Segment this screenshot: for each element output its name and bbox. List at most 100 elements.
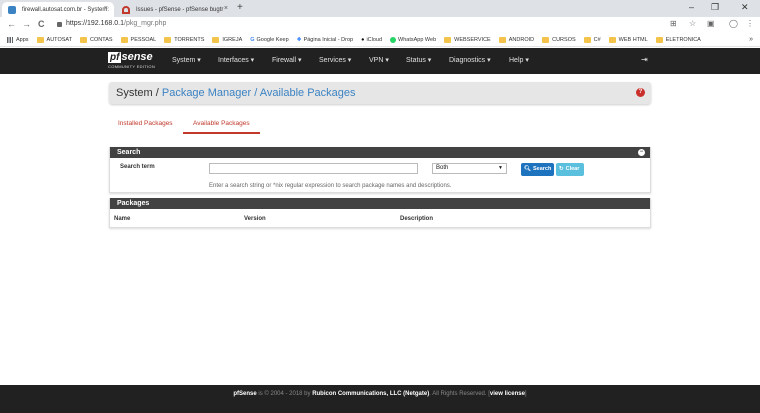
search-scope-value: Both xyxy=(436,165,449,171)
view-license-link[interactable]: view license xyxy=(490,391,525,397)
breadcrumb-system: System / xyxy=(116,87,159,99)
bookmark-folder[interactable]: CONTAS xyxy=(80,36,113,43)
packages-heading-text: Packages xyxy=(117,200,150,207)
logout-icon[interactable]: ⇥ xyxy=(641,55,648,64)
back-icon[interactable]: ← xyxy=(7,19,16,29)
close-tab-icon[interactable]: × xyxy=(224,5,228,12)
folder-icon xyxy=(212,36,220,43)
google-icon: G xyxy=(250,36,255,43)
forward-icon[interactable]: → xyxy=(22,19,31,29)
extension-icon[interactable]: ▣ xyxy=(707,19,715,28)
apps-grid-icon xyxy=(7,36,13,43)
help-icon[interactable]: ? xyxy=(636,88,645,97)
menu-diagnostics[interactable]: Diagnostics ▾ xyxy=(449,56,491,64)
tab-available-packages[interactable]: Available Packages xyxy=(193,120,250,127)
profile-avatar-icon[interactable]: ◯ xyxy=(729,19,738,28)
browser-menu-icon[interactable]: ⋮ xyxy=(746,19,754,28)
chevron-down-icon: ▼ xyxy=(498,165,503,171)
reload-icon[interactable]: C xyxy=(38,19,45,29)
lock-icon xyxy=(57,22,62,27)
browser-tab-issues[interactable]: Issues - pfSense - pfSense bugtr × xyxy=(116,2,234,17)
menu-firewall[interactable]: Firewall ▾ xyxy=(272,56,302,64)
redmine-favicon-icon xyxy=(122,6,130,14)
column-header-name[interactable]: Name xyxy=(114,216,130,222)
bookmark-folder[interactable]: AUTOSAT xyxy=(36,36,72,43)
bookmark-star-icon[interactable]: ☆ xyxy=(689,19,696,28)
url-path: /pkg_mgr.php xyxy=(124,20,167,27)
bookmark-whatsapp[interactable]: WhatsApp Web xyxy=(390,36,436,43)
menu-status[interactable]: Status ▾ xyxy=(406,56,431,64)
footer-bracket: ] xyxy=(524,391,527,397)
bookmarks-bar: Apps AUTOSAT CONTAS PESSOAL TORRENTS IGR… xyxy=(0,33,760,47)
search-term-label: Search term xyxy=(120,164,155,170)
menu-system[interactable]: System ▾ xyxy=(172,56,201,64)
tab-installed-packages[interactable]: Installed Packages xyxy=(118,120,173,127)
whatsapp-icon xyxy=(390,36,397,43)
column-header-version[interactable]: Version xyxy=(244,216,266,222)
clear-button[interactable]: ↻ Clear xyxy=(556,163,584,176)
url-host: https://192.168.0.1 xyxy=(66,20,124,27)
folder-icon xyxy=(120,36,128,43)
folder-icon xyxy=(36,36,44,43)
search-panel: Search − Search term Both ▼ 🔍︎ Search ↻ Cl… xyxy=(109,147,651,193)
footer-brand: pfSense xyxy=(233,391,257,397)
browser-tabstrip: firewall.autosat.com.br - System: × Issu… xyxy=(0,0,760,17)
page-title: System / Package Manager / Available Pac… xyxy=(116,87,356,99)
bookmark-folder[interactable]: WEB HTML xyxy=(608,36,648,43)
close-window-icon[interactable]: ✕ xyxy=(741,2,749,13)
bookmark-folder[interactable]: WEBSERVICE xyxy=(444,36,491,43)
folder-icon xyxy=(542,36,550,43)
breadcrumb-package-manager[interactable]: Package Manager / xyxy=(162,87,257,99)
bookmark-folder[interactable]: CURSOS xyxy=(542,36,576,43)
folder-icon xyxy=(444,36,452,43)
breadcrumb-available-packages[interactable]: Available Packages xyxy=(260,87,356,99)
new-tab-button[interactable]: + xyxy=(237,2,243,13)
bookmark-dropbox[interactable]: ❖ Página Inicial - Drop xyxy=(297,37,353,43)
bookmark-folder[interactable]: ELETRONICA xyxy=(655,36,701,43)
browser-tab-firewall[interactable]: firewall.autosat.com.br - System: × xyxy=(2,2,114,17)
folder-icon xyxy=(164,36,172,43)
menu-services[interactable]: Services ▾ xyxy=(319,56,351,64)
footer: pfSense is © 2004 - 2018 by Rubicon Comm… xyxy=(0,385,760,413)
pfsense-logo[interactable]: pf sense COMMUNITY EDITION xyxy=(108,52,155,69)
close-tab-icon[interactable]: × xyxy=(104,5,108,12)
bookmark-apps[interactable]: Apps xyxy=(7,36,29,43)
translate-icon[interactable]: ⊞ xyxy=(670,19,677,28)
pfsense-navbar: pf sense COMMUNITY EDITION System ▾ Inter… xyxy=(0,48,760,74)
dropbox-icon: ❖ xyxy=(296,36,302,43)
footer-rights: . All Rights Reserved. [ xyxy=(429,391,490,397)
search-input[interactable] xyxy=(209,163,418,174)
search-button[interactable]: 🔍︎ Search xyxy=(521,163,554,176)
pfsense-favicon-icon xyxy=(8,6,16,14)
bookmark-folder[interactable]: ANDROID xyxy=(498,36,534,43)
bookmark-icloud[interactable]: ● iCloud xyxy=(361,37,382,43)
address-bar[interactable]: https://192.168.0.1/pkg_mgr.php xyxy=(66,20,166,27)
bookmarks-overflow-button[interactable]: » xyxy=(749,36,753,43)
collapse-icon[interactable]: − xyxy=(638,149,645,156)
active-tab-indicator xyxy=(183,132,260,134)
footer-text: is © 2004 - 2018 by xyxy=(256,391,313,397)
bookmark-google-keep[interactable]: G Google Keep xyxy=(250,37,288,43)
breadcrumb: System / Package Manager / Available Pac… xyxy=(109,82,651,104)
packages-panel-heading: Packages xyxy=(110,198,650,209)
menu-interfaces[interactable]: Interfaces ▾ xyxy=(218,56,254,64)
search-icon: 🔍︎ xyxy=(524,166,531,172)
column-header-description[interactable]: Description xyxy=(400,216,433,222)
logo-pf: pf xyxy=(108,52,122,63)
bookmark-folder[interactable]: IGREJA xyxy=(212,36,242,43)
logo-sense: sense xyxy=(121,51,153,63)
bookmark-folder[interactable]: PESSOAL xyxy=(120,36,156,43)
menu-help[interactable]: Help ▾ xyxy=(509,56,529,64)
packages-panel: Packages Name Version Description xyxy=(109,198,651,228)
folder-icon xyxy=(498,36,506,43)
search-hint: Enter a search string or *nix regular ex… xyxy=(209,183,452,189)
menu-vpn[interactable]: VPN ▾ xyxy=(369,56,389,64)
folder-icon xyxy=(80,36,88,43)
search-scope-select[interactable]: Both ▼ xyxy=(432,163,507,174)
minimize-icon[interactable]: – xyxy=(689,2,694,12)
bookmark-folder[interactable]: C# xyxy=(583,36,601,43)
restore-icon[interactable]: ❐ xyxy=(711,2,719,13)
footer-company-link[interactable]: Rubicon Communications, LLC (Netgate) xyxy=(312,391,429,397)
bookmark-folder[interactable]: TORRENTS xyxy=(164,36,204,43)
browser-toolbar: ← → C https://192.168.0.1/pkg_mgr.php ⊞ … xyxy=(0,17,760,33)
